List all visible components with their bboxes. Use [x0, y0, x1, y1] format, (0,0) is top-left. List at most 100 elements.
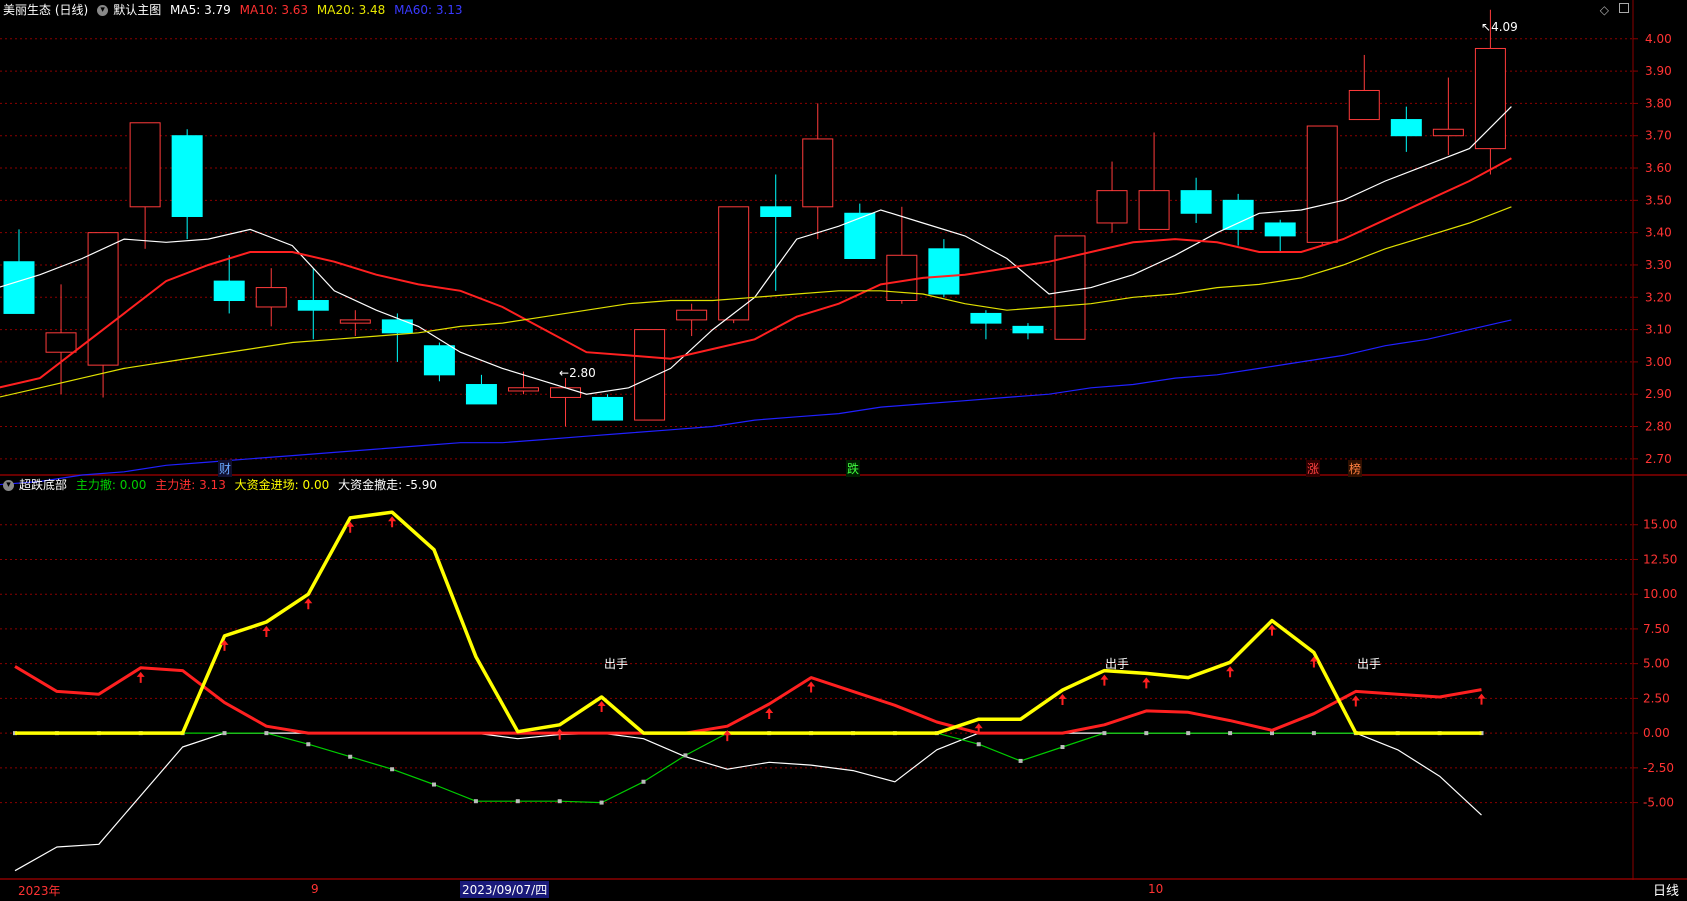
dropdown-circle-icon[interactable]: ▾: [97, 5, 109, 16]
candle-up: [1432, 128, 1464, 137]
main-y-tick-label: 3.30: [1645, 258, 1672, 272]
buy-arrow-icon: [1142, 677, 1151, 689]
zhuli-che-marker: [1144, 731, 1149, 736]
candle-up: [550, 387, 582, 398]
event-marker-die[interactable]: 跌: [846, 460, 861, 477]
buy-arrow-icon: [1226, 666, 1235, 678]
zhuli-che-marker: [222, 731, 227, 736]
zhuli-che-marker: [1102, 731, 1107, 736]
sub-y-tick-label: 12.50: [1643, 552, 1677, 566]
event-marker-cai[interactable]: 财: [218, 460, 233, 477]
main-y-tick-label: 2.70: [1645, 452, 1672, 466]
sub-y-tick-label: -2.50: [1643, 761, 1674, 775]
sub-y-tick-label: 15.00: [1643, 518, 1677, 532]
diamond-icon[interactable]: ◇: [1600, 3, 1609, 17]
period-tab-daily[interactable]: 日线: [1653, 880, 1679, 899]
main-y-tick-label: 3.10: [1645, 323, 1672, 337]
buy-arrow-icon: [807, 681, 816, 693]
buy-arrow-icon: [765, 707, 774, 719]
candle-up: [802, 138, 834, 208]
candle-up: [255, 287, 287, 308]
zhuli-che-marker: [515, 799, 520, 804]
candle-up: [1096, 190, 1128, 224]
candle-down: [760, 206, 792, 217]
zhuli-che-marker: [1018, 758, 1023, 763]
buy-arrow-icon: [1100, 674, 1109, 686]
ma-line-ma5: [0, 106, 1512, 395]
candle-up: [1138, 190, 1170, 230]
high-price-label: ↖4.09: [1481, 20, 1518, 34]
main-y-tick-label: 3.50: [1645, 193, 1672, 207]
candle-up: [507, 387, 539, 392]
indicator-line-1: [14, 732, 1482, 872]
candle-down: [297, 300, 329, 311]
indicator-name[interactable]: 超跌底部: [19, 478, 67, 492]
event-marker-bang[interactable]: 榜: [1348, 460, 1363, 477]
buy-arrow-icon: [262, 625, 271, 637]
candle-up: [1054, 235, 1086, 340]
zhuli-che-marker: [641, 779, 646, 784]
x-axis-month-10: 10: [1148, 882, 1164, 896]
buy-arrow-icon: [597, 701, 606, 713]
dazijin-jinchang-value: 大资金进场: 0.00: [234, 478, 330, 492]
zhuli-che-marker: [348, 754, 353, 759]
kline-stage[interactable]: 2.70 2.80 2.90 3.00 3.10 3.20 3.30 3.40 3.50 3.60…: [0, 0, 1687, 901]
buy-arrow-icon: [304, 598, 313, 610]
ma10-value: MA10: 3.63: [239, 3, 309, 17]
candle-down: [423, 345, 455, 376]
buy-arrow-icon: [1268, 624, 1276, 636]
candle-up: [676, 309, 708, 321]
main-chart-name[interactable]: 默认主图: [113, 3, 161, 17]
zhuli-che-marker: [264, 731, 269, 736]
sub-y-tick-label: 10.00: [1643, 587, 1677, 601]
low-price-label: ←2.80: [559, 366, 596, 380]
x-axis-month-9: 9: [311, 882, 319, 896]
candle-up: [339, 319, 371, 324]
indicator-header: ▾ 超跌底部 主力撤: 0.00 主力进: 3.13 大资金进场: 0.00 大资…: [0, 475, 442, 495]
sub-y-tick-label: 0.00: [1643, 726, 1670, 740]
event-marker-zhang[interactable]: 涨: [1306, 460, 1321, 477]
candle-down: [465, 384, 497, 405]
chushou-label-1: 出手: [604, 657, 629, 671]
main-chart-header: 美丽生态 (日线) ▾ 默认主图 MA5: 3.79 MA10: 3.63 MA20…: [0, 0, 468, 20]
maximize-icon[interactable]: [1619, 3, 1629, 13]
zhuli-che-marker: [1228, 731, 1233, 736]
ma5-value: MA5: 3.79: [170, 3, 231, 17]
zhuli-che-marker: [1311, 731, 1316, 736]
main-y-tick-label: 2.80: [1645, 420, 1672, 434]
candle-up: [45, 332, 77, 353]
candle-down: [928, 248, 960, 295]
buy-arrow-icon: [1477, 693, 1486, 705]
zhuli-che-marker: [976, 742, 981, 747]
zhuli-che-marker: [683, 753, 688, 758]
chart-svg[interactable]: 2.70 2.80 2.90 3.00 3.10 3.20 3.30 3.40 3.50 3.60…: [0, 0, 1687, 901]
candle-down: [1222, 199, 1254, 230]
buy-arrow-icon: [136, 671, 145, 683]
candle-up: [1306, 125, 1338, 243]
main-y-tick-label: 3.00: [1645, 355, 1672, 369]
candle-down: [213, 280, 245, 302]
zhuli-jin-value: 主力进: 3.13: [155, 478, 226, 492]
sub-y-tick-label: 7.50: [1643, 622, 1670, 636]
stock-title[interactable]: 美丽生态 (日线): [3, 3, 88, 17]
candle-up: [1348, 89, 1380, 121]
ma-line-ma10: [0, 157, 1512, 389]
buy-arrow-icon: [388, 516, 397, 528]
main-y-tick-label: 3.40: [1645, 226, 1672, 240]
main-y-tick-label: 4.00: [1645, 32, 1672, 46]
candle-down: [171, 135, 203, 217]
candle-up: [718, 206, 750, 321]
zhuli-che-marker: [473, 799, 478, 804]
zhuli-che-marker: [599, 800, 604, 805]
candle-up: [1474, 47, 1506, 150]
dazijin-chezou-value: 大资金撤走: -5.90: [338, 478, 437, 492]
indicator-dropdown-icon[interactable]: ▾: [3, 480, 14, 491]
main-y-tick-label: 3.90: [1645, 64, 1672, 78]
indicator-line-4: [15, 510, 1482, 735]
candle-down: [3, 261, 35, 314]
candle-down: [1012, 325, 1044, 334]
candle-down: [1390, 119, 1422, 137]
sub-y-tick-label: 5.00: [1643, 657, 1670, 671]
candle-down: [592, 396, 624, 421]
sub-y-tick-label: 2.50: [1643, 691, 1670, 705]
